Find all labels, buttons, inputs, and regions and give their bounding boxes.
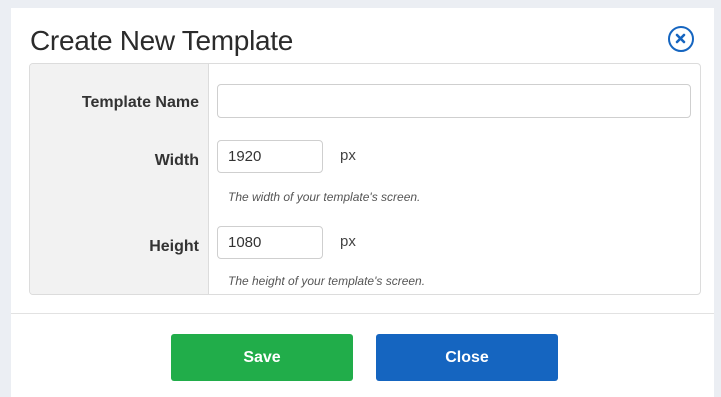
height-label: Height xyxy=(149,238,199,255)
height-unit: px xyxy=(340,233,356,250)
template-form: Template Name Width Height px The width … xyxy=(29,63,701,295)
width-unit: px xyxy=(340,147,356,164)
width-label: Width xyxy=(154,152,199,169)
dialog-title: Create New Template xyxy=(30,25,294,56)
width-help-text: The width of your template's screen. xyxy=(228,190,421,204)
width-input[interactable] xyxy=(217,140,323,173)
close-circle-icon[interactable] xyxy=(668,26,694,52)
close-button[interactable]: Close xyxy=(376,334,558,381)
height-help-text: The height of your template's screen. xyxy=(228,274,426,288)
save-button[interactable]: Save xyxy=(171,334,353,381)
create-template-dialog: Create New Template Template Name Width … xyxy=(11,8,714,397)
template-name-input[interactable] xyxy=(217,84,691,118)
height-input[interactable] xyxy=(217,226,323,259)
template-name-label: Template Name xyxy=(81,94,199,111)
label-column: Template Name Width Height xyxy=(30,64,209,294)
footer-divider xyxy=(11,313,714,314)
